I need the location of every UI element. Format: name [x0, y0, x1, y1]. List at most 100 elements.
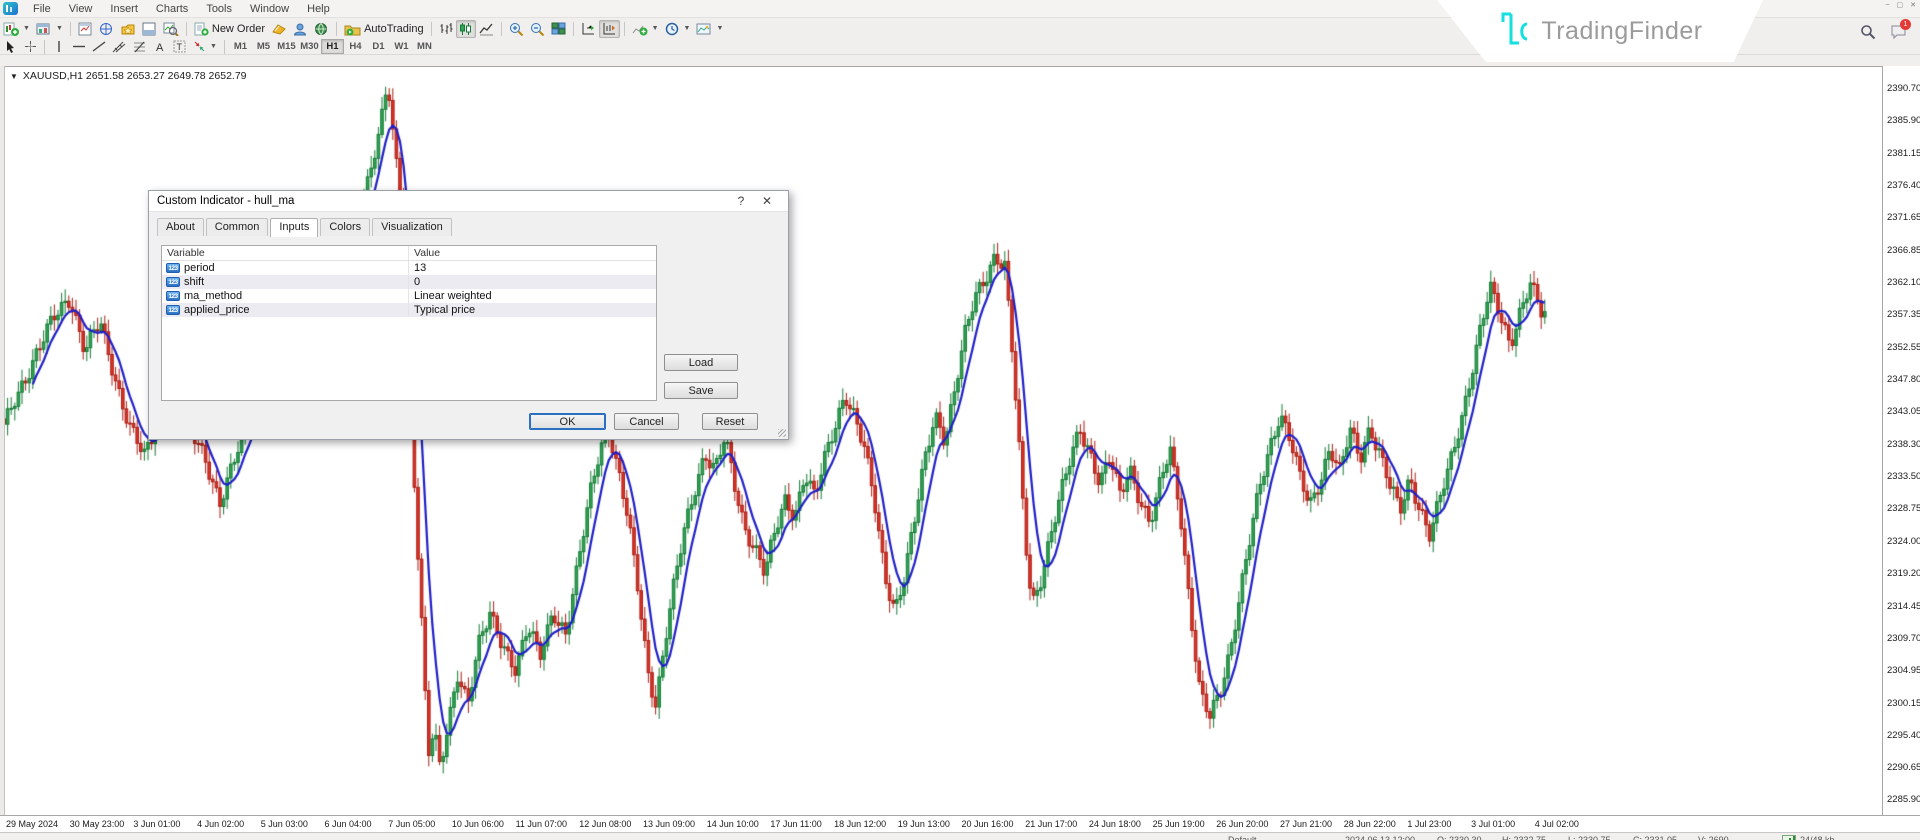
tab-about[interactable]: About	[157, 218, 204, 236]
candlestick-chart-button[interactable]	[456, 20, 476, 38]
zoom-in-button[interactable]	[506, 20, 527, 38]
templates-icon	[696, 22, 712, 36]
new-order-button[interactable]: New Order	[191, 20, 268, 38]
navigator-button[interactable]	[117, 20, 139, 38]
time-axis-label: 7 Jun 05:00	[388, 819, 435, 829]
toolbar-separator	[224, 40, 225, 54]
auto-scroll-button[interactable]	[578, 20, 599, 38]
chart-shift-button[interactable]	[599, 20, 620, 38]
tab-inputs[interactable]: Inputs	[270, 218, 318, 237]
crosshair-button[interactable]	[20, 38, 40, 56]
load-button[interactable]: Load	[664, 354, 738, 371]
menu-item-tools[interactable]: Tools	[197, 1, 241, 17]
timeframe-button-m15[interactable]: M15	[275, 39, 298, 54]
cursor-button[interactable]	[0, 38, 20, 56]
ok-button[interactable]: OK	[529, 413, 606, 430]
timeframe-button-m1[interactable]: M1	[229, 39, 252, 54]
timeframe-button-m30[interactable]: M30	[298, 39, 321, 54]
time-axis[interactable]: 29 May 202430 May 23:003 Jun 01:004 Jun …	[0, 815, 1920, 832]
text-label-button[interactable]: T	[170, 38, 190, 56]
tile-windows-button[interactable]	[548, 20, 569, 38]
table-row[interactable]: 123ma_methodLinear weighted	[162, 289, 656, 303]
minimize-button[interactable]: –	[1886, 1, 1890, 9]
value-cell[interactable]: Typical price	[409, 304, 656, 316]
menu-item-window[interactable]: Window	[241, 1, 298, 17]
mql5-community-button[interactable]	[290, 20, 311, 38]
chevron-down-icon: ▼	[716, 25, 723, 32]
profiles-button[interactable]: ▼	[33, 20, 66, 38]
timeframe-button-mn[interactable]: MN	[413, 39, 436, 54]
timeframe-button-w1[interactable]: W1	[390, 39, 413, 54]
price-axis[interactable]: 2390.702385.902381.152376.402371.652366.…	[1882, 66, 1920, 816]
menu-item-help[interactable]: Help	[298, 1, 339, 17]
time-axis-label: 1 Jul 23:00	[1407, 819, 1451, 829]
arrows-button[interactable]: ▼	[190, 38, 220, 56]
dialog-resize-grip[interactable]	[778, 429, 786, 437]
timeframe-button-h1[interactable]: H1	[321, 39, 344, 54]
timeframe-button-d1[interactable]: D1	[367, 39, 390, 54]
line-chart-button[interactable]	[476, 20, 497, 38]
status-item: Default	[1228, 835, 1257, 840]
periods-button[interactable]: ▼	[662, 20, 694, 38]
terminal-button[interactable]	[139, 20, 160, 38]
status-item: C: 2331.05	[1633, 835, 1677, 840]
table-row[interactable]: 123applied_priceTypical price	[162, 303, 656, 317]
dialog-close-button[interactable]: ✕	[754, 194, 780, 208]
autotrading-button[interactable]: AutoTrading	[341, 20, 427, 38]
trendline-button[interactable]	[89, 38, 109, 56]
arrows-icon	[193, 40, 206, 53]
table-row[interactable]: 123shift0	[162, 275, 656, 289]
time-axis-label: 4 Jul 02:00	[1535, 819, 1579, 829]
text-button[interactable]: A	[150, 38, 170, 56]
metaeditor-button[interactable]	[268, 20, 290, 38]
new-chart-button[interactable]: ▼	[0, 20, 33, 38]
new-order-label: New Order	[212, 23, 265, 35]
menu-item-charts[interactable]: Charts	[147, 1, 197, 17]
equidistant-channel-button[interactable]	[109, 38, 129, 56]
table-row[interactable]: 123period13	[162, 261, 656, 275]
menu-item-view[interactable]: View	[60, 1, 102, 17]
inputs-table[interactable]: Variable Value 123period13123shift0123ma…	[161, 245, 657, 401]
column-header-value[interactable]: Value	[409, 246, 656, 260]
templates-button[interactable]: ▼	[693, 20, 726, 38]
reset-button[interactable]: Reset	[702, 413, 758, 430]
value-cell[interactable]: 13	[409, 262, 656, 274]
cancel-button[interactable]: Cancel	[614, 413, 679, 430]
data-window-icon	[99, 22, 114, 36]
search-button[interactable]	[1860, 24, 1876, 45]
timeframe-button-h4[interactable]: H4	[344, 39, 367, 54]
column-header-variable[interactable]: Variable	[162, 246, 409, 260]
indicators-button[interactable]: ▼	[629, 20, 662, 38]
price-chart-canvas[interactable]	[0, 68, 1880, 815]
horizontal-line-button[interactable]	[69, 38, 89, 56]
zoom-out-icon	[530, 22, 545, 36]
value-cell[interactable]: 0	[409, 276, 656, 288]
zoom-out-button[interactable]	[527, 20, 548, 38]
tab-common[interactable]: Common	[206, 218, 269, 236]
menu-item-insert[interactable]: Insert	[101, 1, 147, 17]
tab-colors[interactable]: Colors	[320, 218, 370, 236]
chat-button[interactable]: 1	[1890, 24, 1907, 45]
value-cell[interactable]: Linear weighted	[409, 290, 656, 302]
strategy-tester-button[interactable]	[160, 20, 182, 38]
menu-item-file[interactable]: File	[24, 1, 60, 17]
timeframe-button-m5[interactable]: M5	[252, 39, 275, 54]
save-button[interactable]: Save	[664, 382, 738, 399]
time-axis-label: 19 Jun 13:00	[898, 819, 950, 829]
bar-chart-button[interactable]	[436, 20, 456, 38]
data-window-button[interactable]	[96, 20, 117, 38]
market-button[interactable]	[311, 20, 332, 38]
cursor-icon	[4, 40, 16, 53]
equidistant-channel-icon	[112, 40, 126, 53]
restore-button[interactable]: ▢	[1897, 1, 1904, 9]
dialog-help-button[interactable]: ?	[728, 194, 754, 208]
time-axis-label: 13 Jun 09:00	[643, 819, 695, 829]
collapse-triangle-icon: ▼	[10, 72, 18, 81]
tab-visualization[interactable]: Visualization	[372, 218, 452, 236]
market-watch-button[interactable]	[75, 20, 96, 38]
fibonacci-button[interactable]	[129, 38, 150, 56]
dialog-title-bar[interactable]: Custom Indicator - hull_ma ? ✕	[149, 191, 788, 212]
vertical-line-button[interactable]	[49, 38, 69, 56]
tradingfinder-banner: TradingFinder	[1437, 0, 1763, 62]
close-window-button[interactable]: ✕	[1910, 1, 1916, 9]
